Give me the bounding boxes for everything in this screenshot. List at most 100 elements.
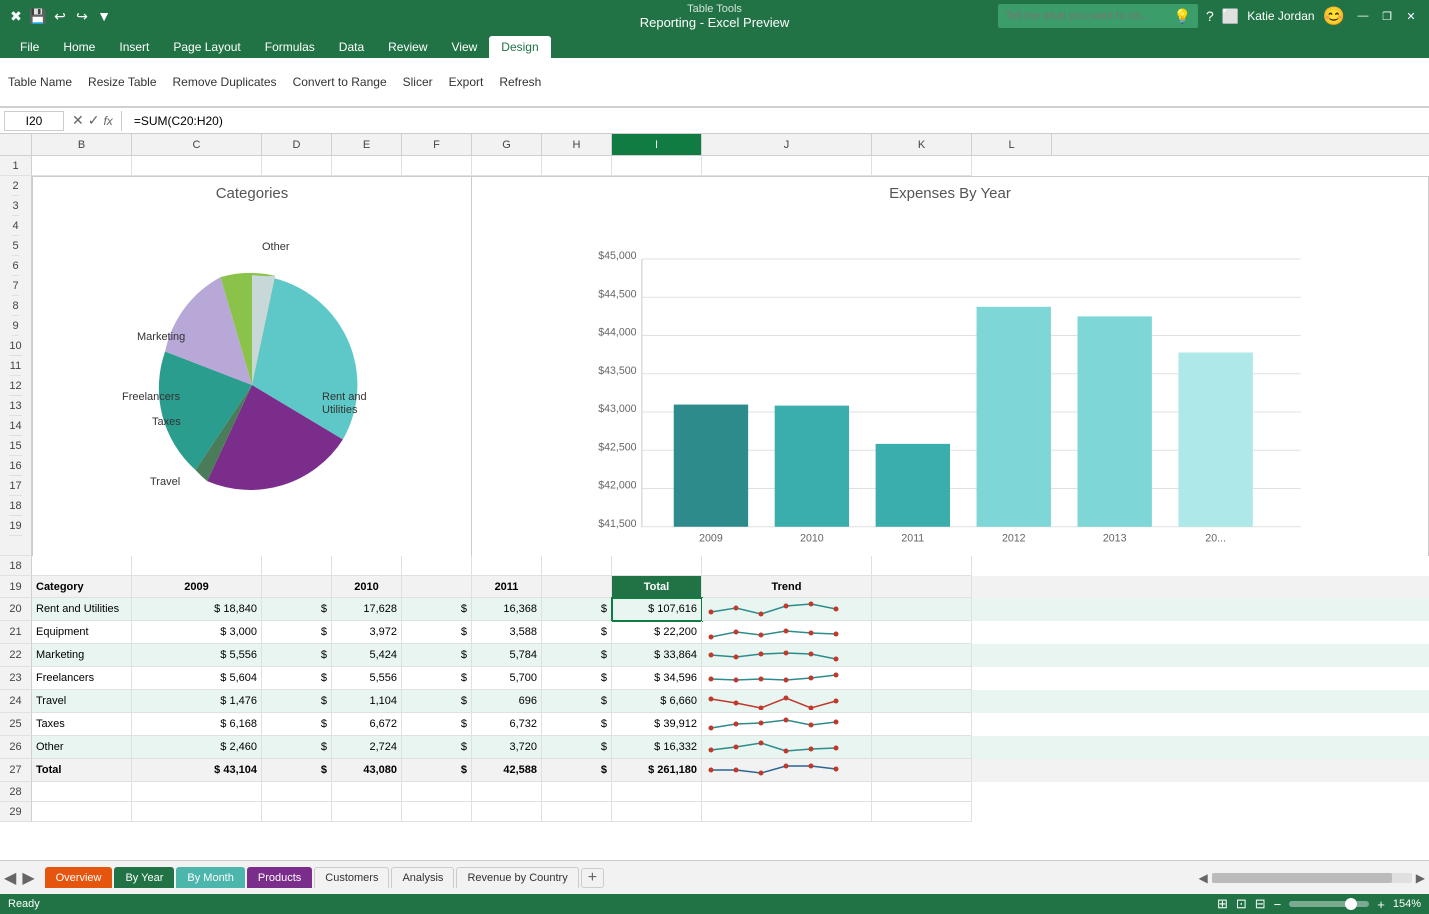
tab-file[interactable]: File [8,36,51,58]
cell-f29[interactable] [402,802,472,822]
cell-c24[interactable]: $ 1,476 [132,690,262,713]
tab-data[interactable]: Data [327,36,376,58]
sheet-tab-by-year[interactable]: By Year [114,867,174,888]
cell-k28[interactable] [872,782,972,802]
cell-d22[interactable]: $ [262,644,332,667]
cell-e19[interactable]: 2010 [332,576,402,598]
zoom-minus-icon[interactable]: − [1274,897,1282,912]
cell-h27[interactable]: $ [542,759,612,782]
cell-g22[interactable]: 5,784 [472,644,542,667]
cell-f19[interactable] [402,576,472,598]
cell-e28[interactable] [332,782,402,802]
cell-b26[interactable]: Other [32,736,132,759]
cell-b21[interactable]: Equipment [32,621,132,644]
cancel-formula-icon[interactable]: ✕ [72,112,84,129]
cell-g28[interactable] [472,782,542,802]
cell-i25[interactable]: $ 39,912 [612,713,702,736]
cell-i28[interactable] [612,782,702,802]
cell-e22[interactable]: 5,424 [332,644,402,667]
cell-j1[interactable] [702,156,872,176]
cell-h25[interactable]: $ [542,713,612,736]
tab-view[interactable]: View [440,36,490,58]
cell-e24[interactable]: 1,104 [332,690,402,713]
cell-g29[interactable] [472,802,542,822]
cell-c29[interactable] [132,802,262,822]
cell-j29[interactable] [702,802,872,822]
cell-k29[interactable] [872,802,972,822]
sheet-tab-by-month[interactable]: By Month [176,867,244,888]
tab-insert[interactable]: Insert [107,36,161,58]
cell-d1[interactable] [262,156,332,176]
sheet-tab-products[interactable]: Products [247,867,312,888]
cell-i21[interactable]: $ 22,200 [612,621,702,644]
cell-c19[interactable]: 2009 [132,576,262,598]
tab-design[interactable]: Design [489,36,550,58]
ribbon-item-7[interactable]: Refresh [499,75,541,89]
search-input[interactable] [1005,10,1174,22]
cell-g27[interactable]: 42,588 [472,759,542,782]
scroll-right-icon[interactable]: ▶ [1416,871,1425,885]
help-icon[interactable]: ? [1206,8,1214,24]
maximize-button[interactable]: ❐ [1377,8,1397,24]
zoom-slider[interactable] [1289,901,1369,907]
cell-j28[interactable] [702,782,872,802]
cell-f21[interactable]: $ [402,621,472,644]
sheet-tab-customers[interactable]: Customers [314,867,389,888]
cell-e23[interactable]: 5,556 [332,667,402,690]
ribbon-item-3[interactable]: Remove Duplicates [173,75,277,89]
cell-k27[interactable] [872,759,972,782]
cell-e26[interactable]: 2,724 [332,736,402,759]
cell-h19[interactable] [542,576,612,598]
confirm-formula-icon[interactable]: ✓ [88,112,100,129]
cell-k20[interactable] [872,598,972,621]
cell-c27[interactable]: $ 43,104 [132,759,262,782]
cell-d18[interactable] [262,556,332,576]
cell-d20[interactable]: $ [262,598,332,621]
close-button[interactable]: ✕ [1401,8,1421,24]
cell-h26[interactable]: $ [542,736,612,759]
cell-b24[interactable]: Travel [32,690,132,713]
cell-h24[interactable]: $ [542,690,612,713]
col-header-k[interactable]: K [872,134,972,155]
cell-h21[interactable]: $ [542,621,612,644]
ribbon-item-4[interactable]: Convert to Range [293,75,387,89]
cell-b28[interactable] [32,782,132,802]
cell-h1[interactable] [542,156,612,176]
cell-e20[interactable]: 17,628 [332,598,402,621]
cell-e18[interactable] [332,556,402,576]
cell-b27[interactable]: Total [32,759,132,782]
cell-g19[interactable]: 2011 [472,576,542,598]
cell-f18[interactable] [402,556,472,576]
cell-k22[interactable] [872,644,972,667]
view-page-break-icon[interactable]: ⊟ [1255,896,1266,912]
cell-d23[interactable]: $ [262,667,332,690]
cell-h20[interactable]: $ [542,598,612,621]
save-icon[interactable]: 💾 [30,8,46,24]
cell-k25[interactable] [872,713,972,736]
share-icon[interactable]: ⬜ [1222,8,1239,25]
ribbon-item-2[interactable]: Resize Table [88,75,156,89]
cell-b23[interactable]: Freelancers [32,667,132,690]
col-header-f[interactable]: F [402,134,472,155]
cell-b29[interactable] [32,802,132,822]
cell-g25[interactable]: 6,732 [472,713,542,736]
cell-f1[interactable] [402,156,472,176]
cell-g21[interactable]: 3,588 [472,621,542,644]
cell-i23[interactable]: $ 34,596 [612,667,702,690]
cell-e27[interactable]: 43,080 [332,759,402,782]
cell-c21[interactable]: $ 3,000 [132,621,262,644]
zoom-plus-icon[interactable]: + [1377,897,1385,912]
col-header-l[interactable]: L [972,134,1052,155]
sheet-tab-revenue-by-country[interactable]: Revenue by Country [456,867,578,888]
cell-h18[interactable] [542,556,612,576]
view-normal-icon[interactable]: ⊞ [1217,896,1228,912]
cell-h22[interactable]: $ [542,644,612,667]
cell-c1[interactable] [132,156,262,176]
col-header-h[interactable]: H [542,134,612,155]
cell-k24[interactable] [872,690,972,713]
scroll-thumb[interactable] [1212,873,1392,883]
cell-h28[interactable] [542,782,612,802]
cell-i22[interactable]: $ 33,864 [612,644,702,667]
col-header-d[interactable]: D [262,134,332,155]
col-header-i[interactable]: I [612,134,702,155]
